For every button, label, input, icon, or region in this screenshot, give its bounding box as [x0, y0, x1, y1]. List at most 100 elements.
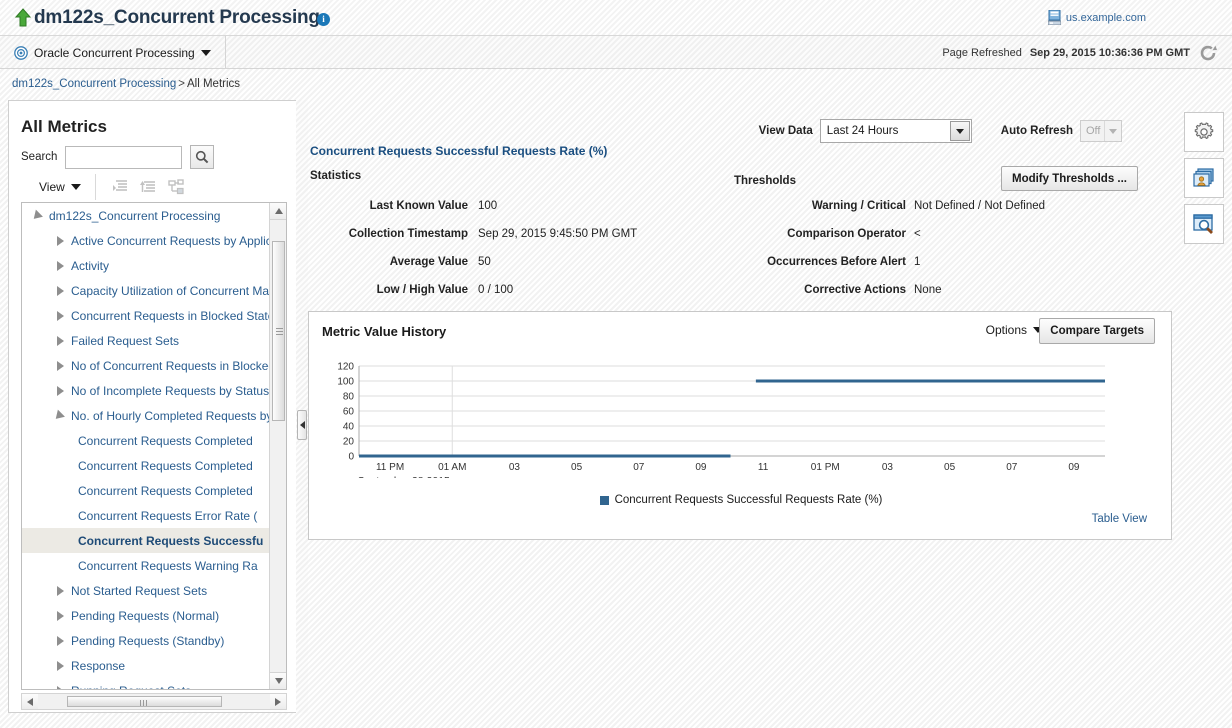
tree-item[interactable]: Response	[22, 653, 270, 678]
legend-swatch	[599, 495, 609, 505]
x-axis-label: September 28 2015	[358, 475, 450, 478]
tree-horizontal-scrollbar[interactable]	[21, 693, 287, 710]
tree-item[interactable]: Activity	[22, 253, 270, 278]
scroll-left-button[interactable]	[22, 694, 38, 709]
scroll-down-button[interactable]	[270, 672, 286, 689]
all-metrics-title: All Metrics	[21, 117, 107, 136]
chart-options-menu[interactable]: Options	[986, 323, 1043, 337]
auto-refresh-select[interactable]: Off	[1080, 120, 1122, 142]
twisty-closed-icon[interactable]	[52, 608, 68, 624]
chart-plot-area[interactable]: 0 20 40 60 80 100 120 11 PM 01 AM 03 05 07 09 11 01 PM…	[323, 358, 1123, 487]
tree-item[interactable]: Pending Requests (Normal)	[22, 603, 270, 628]
statistic-value: 0 / 100	[478, 284, 514, 296]
dropdown-button[interactable]	[1104, 121, 1121, 141]
compare-targets-button[interactable]: Compare Targets	[1039, 318, 1155, 344]
view-menu-button[interactable]: View	[21, 174, 96, 200]
tree-item[interactable]: Failed Request Sets	[22, 328, 270, 353]
scroll-thumb[interactable]	[272, 241, 285, 421]
table-view-link[interactable]: Table View	[1092, 513, 1147, 525]
twisty-closed-icon[interactable]	[52, 658, 68, 674]
tree-item[interactable]: Running Request Sets	[22, 678, 270, 689]
view-data-select[interactable]: Last 24 Hours	[819, 119, 972, 143]
tree-item-label: Pending Requests (Standby)	[71, 633, 225, 648]
x-axis-tick-label: 09	[1068, 462, 1080, 473]
info-icon[interactable]: i	[317, 13, 330, 26]
scroll-right-button[interactable]	[270, 694, 286, 709]
statistic-row: Last Known Value 100	[310, 200, 770, 228]
tree-item-label: Concurrent Requests Successfu	[78, 533, 264, 548]
detach-icon[interactable]	[168, 179, 184, 195]
collapse-all-icon[interactable]	[139, 179, 156, 195]
twisty-open-icon[interactable]	[30, 208, 46, 224]
all-metrics-panel: All Metrics Search View dm122s_Concurren…	[8, 100, 298, 713]
tree-item[interactable]: Concurrent Requests Error Rate (	[22, 503, 270, 528]
tree-item[interactable]: Concurrent Requests in Blocked State	[22, 303, 270, 328]
twisty-closed-icon[interactable]	[52, 583, 68, 599]
settings-rail-button[interactable]	[1184, 112, 1224, 152]
target-bar: Oracle Concurrent Processing Page Refres…	[0, 36, 1232, 69]
host-indicator: us.example.com	[1047, 10, 1146, 25]
tree-item[interactable]: No of Concurrent Requests in Blocked	[22, 353, 270, 378]
x-axis-tick-label: 07	[1006, 462, 1018, 473]
view-data-value: Last 24 Hours	[826, 125, 899, 137]
threshold-key: Warning / Critical	[811, 200, 906, 212]
x-axis-tick-label: 03	[509, 462, 521, 473]
threshold-row: Occurrences Before Alert 1	[728, 256, 1168, 284]
expand-all-icon[interactable]	[112, 179, 128, 195]
twisty-closed-icon[interactable]	[52, 258, 68, 274]
collapse-panel-handle[interactable]	[297, 410, 307, 440]
tree-item[interactable]: Not Started Request Sets	[22, 578, 270, 603]
tree-item-label: Capacity Utilization of Concurrent Man	[71, 283, 270, 298]
grip-icon	[276, 328, 283, 335]
twisty-closed-icon[interactable]	[52, 283, 68, 299]
dropdown-button[interactable]	[949, 121, 970, 141]
chart-options-label: Options	[985, 323, 1027, 337]
hscroll-thumb[interactable]	[67, 696, 222, 707]
related-targets-rail-button[interactable]	[1184, 158, 1224, 198]
view-menu-label: View	[39, 180, 65, 194]
tree-item[interactable]: Concurrent Requests Warning Ra	[22, 553, 270, 578]
refresh-icon[interactable]	[1198, 43, 1218, 63]
scroll-up-button[interactable]	[270, 203, 286, 220]
search-button[interactable]	[190, 145, 215, 169]
twisty-closed-icon[interactable]	[52, 633, 68, 649]
search-input[interactable]	[65, 145, 183, 169]
tree-item[interactable]: Capacity Utilization of Concurrent Man	[22, 278, 270, 303]
threshold-key: Occurrences Before Alert	[767, 256, 906, 268]
refresh-timestamp: Sep 29, 2015 10:36:36 PM GMT	[1029, 46, 1190, 59]
twisty-closed-icon[interactable]	[52, 333, 68, 349]
refresh-prefix: Page Refreshed	[942, 46, 1022, 59]
chevron-down-icon	[955, 128, 964, 134]
tree-item-label: No of Incomplete Requests by Status	[71, 383, 270, 398]
tree-item[interactable]: Concurrent Requests Completed	[22, 453, 270, 478]
chart-legend: Concurrent Requests Successful Requests …	[309, 494, 1173, 506]
inspect-rail-button[interactable]	[1184, 204, 1224, 244]
statistic-value: 50	[478, 256, 491, 268]
tree-item[interactable]: Active Concurrent Requests by Applica	[22, 228, 270, 253]
target-menu-button[interactable]: Oracle Concurrent Processing	[10, 36, 226, 69]
up-arrow-icon	[14, 8, 32, 27]
user-stack-icon	[1193, 168, 1214, 187]
tree-item[interactable]: Concurrent Requests Completed	[22, 428, 270, 453]
tree-item[interactable]: dm122s_Concurrent Processing	[22, 203, 270, 228]
breadcrumb-root-link[interactable]: dm122s_Concurrent Processing	[12, 78, 176, 90]
tree-item[interactable]: Concurrent Requests Successfu	[22, 528, 270, 553]
tree-vertical-scrollbar[interactable]	[269, 203, 286, 689]
statistic-row: Low / High Value 0 / 100	[310, 284, 770, 312]
panel-splitter[interactable]	[296, 100, 308, 713]
twisty-closed-icon[interactable]	[52, 383, 68, 399]
tree-item[interactable]: Pending Requests (Standby)	[22, 628, 270, 653]
tree-item-label: Running Request Sets	[71, 684, 191, 690]
twisty-closed-icon[interactable]	[52, 233, 68, 249]
modify-thresholds-button[interactable]: Modify Thresholds ...	[1000, 166, 1138, 191]
twisty-closed-icon[interactable]	[52, 683, 68, 689]
tree-item[interactable]: No of Incomplete Requests by Status	[22, 378, 270, 403]
tree-item[interactable]: Concurrent Requests Completed	[22, 478, 270, 503]
x-axis-tick-label: 07	[633, 462, 645, 473]
tree-item[interactable]: No. of Hourly Completed Requests by	[22, 403, 270, 428]
twisty-closed-icon[interactable]	[52, 308, 68, 324]
twisty-open-icon[interactable]	[52, 408, 68, 424]
search-row: Search	[21, 145, 215, 169]
statistic-row: Average Value 50	[310, 256, 770, 284]
twisty-closed-icon[interactable]	[52, 358, 68, 374]
